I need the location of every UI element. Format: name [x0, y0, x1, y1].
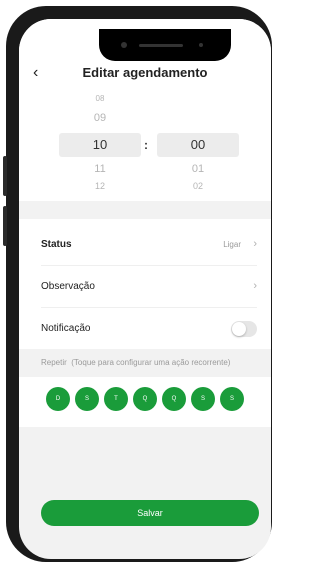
- notification-row: Notificação: [41, 309, 257, 349]
- front-camera-icon: [121, 42, 127, 48]
- observation-label: Observação: [41, 281, 95, 292]
- hour-option[interactable]: 08: [59, 94, 141, 103]
- repeat-label: Repetir: [41, 358, 67, 367]
- speaker-grille: [139, 44, 183, 47]
- settings-list: Status Ligar › Observação › Notificação: [19, 219, 271, 349]
- volume-down-button: [3, 206, 7, 246]
- repeat-instructions: (Toque para configurar uma ação recorren…: [71, 358, 231, 367]
- day-saturday[interactable]: S: [220, 387, 244, 411]
- day-wednesday[interactable]: Q: [133, 387, 157, 411]
- hour-option[interactable]: 11: [59, 163, 141, 175]
- toggle-knob: [232, 322, 246, 336]
- chevron-right-icon: ›: [253, 280, 257, 292]
- observation-row[interactable]: Observação ›: [41, 267, 257, 308]
- day-friday[interactable]: S: [191, 387, 215, 411]
- phone-frame: ‹ Editar agendamento : 08 09 10 11 12 00…: [3, 6, 272, 562]
- volume-up-button: [3, 156, 7, 196]
- hour-column[interactable]: 08 09 10 11 12: [59, 91, 141, 201]
- status-row[interactable]: Status Ligar ›: [41, 225, 257, 266]
- page-title: Editar agendamento: [82, 65, 208, 80]
- selected-minute[interactable]: 00: [157, 137, 239, 152]
- hour-option[interactable]: 12: [59, 181, 141, 191]
- day-sunday[interactable]: D: [46, 387, 70, 411]
- day-thursday[interactable]: Q: [162, 387, 186, 411]
- selected-hour[interactable]: 10: [59, 137, 141, 152]
- notification-label: Notificação: [41, 323, 91, 334]
- hour-option[interactable]: 09: [59, 112, 141, 124]
- save-button[interactable]: Salvar: [41, 500, 259, 526]
- day-monday[interactable]: S: [75, 387, 99, 411]
- time-separator: :: [144, 138, 148, 152]
- minute-column[interactable]: 00 01 02: [157, 91, 239, 201]
- status-label: Status: [41, 239, 72, 250]
- chevron-right-icon: ›: [253, 238, 257, 250]
- status-value: Ligar: [223, 240, 241, 249]
- minute-option[interactable]: 01: [157, 163, 239, 175]
- app-screen: ‹ Editar agendamento : 08 09 10 11 12 00…: [19, 19, 271, 559]
- repeat-hint: Repetir (Toque para configurar uma ação …: [41, 358, 230, 367]
- time-picker[interactable]: : 08 09 10 11 12 00 01 02: [19, 91, 271, 201]
- day-tuesday[interactable]: T: [104, 387, 128, 411]
- weekday-selector: D S T Q Q S S: [19, 377, 271, 427]
- camera-notch: [99, 29, 231, 61]
- sensor-icon: [199, 43, 203, 47]
- minute-option[interactable]: 02: [157, 181, 239, 191]
- notification-toggle[interactable]: [231, 321, 257, 337]
